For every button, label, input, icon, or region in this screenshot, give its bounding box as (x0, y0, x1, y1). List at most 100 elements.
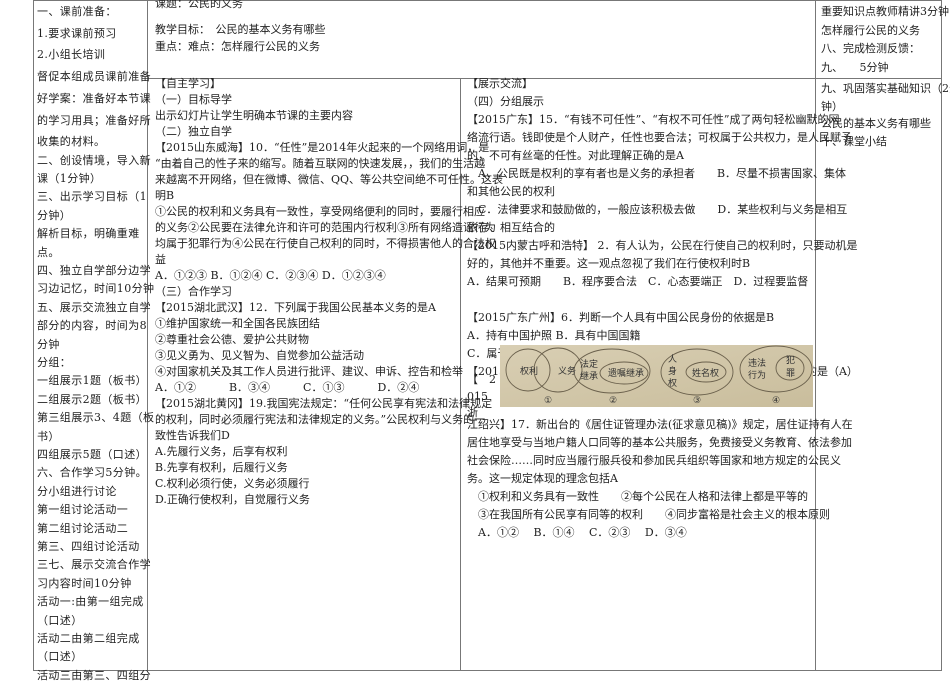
summary-line: 九、 5分钟 (821, 61, 889, 75)
self-study-line: 【2015山东威海】10．“任性”是2014年火起来的一个网络用词，是 (155, 141, 490, 154)
teaching-goal: 教学目标： 公民的基本义务有哪些 (155, 23, 326, 36)
self-study-line: 【2015湖北黄冈】19.我国宪法规定：“任何公民享有宪法和法律规定 (155, 397, 493, 410)
self-study-line: 的权利，同时必须履行宪法和法律规定的义务。”公民权利与义务的一 (155, 413, 486, 426)
procedure-line: 习内容时间10分钟 (37, 576, 132, 590)
procedure-line: （口述） (37, 613, 83, 627)
procedure-line: 五、展示交流独立自学 (37, 300, 151, 314)
exchange-line: ①权利和义务具有一致性 ②每个公民在人格和法律上都是平等的 (467, 490, 808, 503)
procedure-line: 四、独立自学部分边学 (37, 264, 151, 277)
exchange-line: A．结果可预期 B．程序要合法 C．心态要端正 D．过程要监督 (467, 275, 809, 288)
procedure-line: 六、合作学习5分钟。 (37, 466, 147, 480)
exchange-line: A．持有中国护照 B．具有中国国籍 (467, 329, 641, 342)
self-study-line: D.正确行使权利，自觉履行义务 (155, 493, 310, 506)
procedure-line: 分钟） (37, 208, 72, 222)
concept-diagram-image: 权利 义务 ① 法定 继承 遗嘱继承 ② 人 身 权 姓名权 ③ 违法 行为 犯… (500, 345, 813, 407)
procedure-line: （口述） (37, 650, 83, 664)
self-study-line: 来越离不开网络，但在微博、微信、QQ、等公共空间绝不可任性。这表 (155, 173, 504, 186)
exchange-line: 【2015广东】15．“有钱不可任性”、“有权不可任性”成了两句轻松幽默的网 (467, 113, 840, 126)
procedure-line: 点。 (37, 245, 60, 259)
procedure-line: 分钟 (37, 337, 60, 351)
self-study-line: ①维护国家统一和全国各民族团结 (155, 317, 320, 330)
exchange-line: ③在我国所有公民享有同等的权利 ④同步富裕是社会主义的根本原则 (467, 508, 830, 521)
procedure-line: 分小组进行讨论 (37, 484, 117, 498)
exchange-line: 江绍兴】17．新出台的《居住证管理办法(征求意见稿)》规定，居住证持有人在 (467, 418, 853, 431)
procedure-line: 三七、展示交流合作学 (37, 558, 151, 572)
self-study-line: 【自主学习】 (155, 77, 221, 90)
diagram-label: 姓名权 (692, 367, 719, 379)
self-study-line: （一）目标导学 (155, 93, 232, 106)
procedure-line: 书） (37, 429, 60, 443)
exchange-line: 015 (467, 389, 488, 403)
exchange-line: 【 2 (467, 373, 496, 386)
self-study-line: 益 (155, 253, 166, 266)
procedure-line: 1.要求课前预习 (37, 26, 117, 40)
self-study-line: ①公民的权利和义务具有一致性，享受网络便利的同时，要履行相应 (155, 205, 485, 218)
procedure-line: 解析目标，明确重难 (37, 227, 140, 241)
summary-line: 九、巩固落实基础知识（2分 (821, 82, 950, 95)
self-study-line: A．①② B．③④ C．①③ D．②④ (155, 381, 420, 394)
self-study-line: ③见义勇为、见义智为、自觉参加公益活动 (155, 349, 364, 362)
self-study-line: A．①②③ B．①②④ C．②③④ D．①②③④ (155, 269, 386, 282)
summary-line: 八、完成检测反馈： (821, 42, 920, 56)
procedure-line: 收集的材料。 (37, 135, 106, 149)
procedure-line: 活动二由第二组完成 (37, 632, 140, 645)
diagram-label: 罪 (786, 368, 795, 379)
procedure-line: 二组展示2题（板书） (37, 392, 147, 406)
diagram-label: 权 (668, 377, 677, 389)
self-study-line: C.权利必须行使，义务必须履行 (155, 477, 310, 490)
table-divider (815, 0, 816, 670)
exchange-line: C．法律要求和鼓励做的，一般应该积极去做 D．某些权利与义务是相互 (467, 203, 848, 216)
diagram-label: 犯 (786, 355, 795, 366)
exchange-line: 依存、相互结合的 (467, 221, 555, 234)
procedure-line: 三、出示学习目标（1 (37, 190, 147, 204)
procedure-line: 2.小组长培训 (37, 48, 106, 62)
self-study-line: （二）独立自学 (155, 125, 232, 138)
table-row-divider (147, 78, 942, 79)
self-study-line: （三）合作学习 (155, 285, 232, 298)
procedure-line: 第一组讨论活动一 (37, 503, 129, 517)
diagram-label: 法定 (580, 358, 598, 370)
diagram-label: 遗嘱继承 (608, 367, 644, 379)
key-points: 重点：难点：怎样履行公民的义务 (155, 40, 320, 53)
diagram-number: ① (544, 396, 552, 406)
procedure-line: 分组： (37, 356, 72, 369)
procedure-line: 第三、四组讨论活动 (37, 540, 140, 553)
exchange-line: A．①② B．①④ C．②③ D．③④ (467, 526, 687, 539)
diagram-label: 人 (668, 354, 677, 365)
diagram-number: ④ (772, 396, 780, 406)
procedure-line: 一组展示1题（板书） (37, 374, 147, 388)
summary-line: 公民的基本义务有哪些 (821, 117, 931, 131)
diagram-label: 行为 (748, 369, 766, 381)
self-study-line: 明B (155, 189, 175, 202)
procedure-line: 好学案：准备好本节课 (37, 91, 151, 105)
exchange-line: 务。这一规定体现的理念包括A (467, 472, 618, 485)
procedure-line: 活动一:由第一组完成 (37, 595, 144, 609)
procedure-line: 四组展示5题（口述） (37, 448, 147, 461)
summary-line: 怎样履行公民的义务 (821, 23, 920, 37)
procedure-line: 的学习用具；准备好所 (37, 113, 151, 127)
exchange-line: 【2015广东广州】6．判断一个人具有中国公民身份的依据是B (467, 311, 775, 324)
procedure-line: 第三组展示3、4题（板 (37, 411, 155, 425)
exchange-line: 【2015内蒙古呼和浩特】 2．有人认为，公民在行使自己的权利时，只要动机是 (467, 239, 858, 252)
diagram-label: 继承 (580, 370, 598, 382)
self-study-line: 均属于犯罪行为④公民在行使自己权利的同时，不得损害他人的合法权 (155, 237, 496, 250)
procedure-line: 一、课前准备： (37, 5, 117, 18)
self-study-line: 的义务②公民要在法律允许和许可的范围内行权利③所有网络造谣行为 (155, 221, 496, 234)
exchange-line: 的，不可有丝毫的任性。对此理解正确的是A (467, 149, 684, 162)
summary-line: 钟） (821, 99, 843, 113)
self-study-line: ④对国家机关及其工作人员进行批评、建议、申诉、控告和检举 (155, 365, 463, 378)
diagram-label: 身 (668, 365, 677, 377)
self-study-line: 致性告诉我们D (155, 429, 230, 442)
exchange-line: A．公民既是权利的享有者也是义务的承担者 B．尽量不损害国家、集体 (467, 167, 847, 180)
procedure-line: 习边记忆，时间10分钟 (37, 282, 155, 296)
self-study-line: “由着自己的性子来的缩写。随着互联网的快速发展，，我们的生活越 (155, 157, 486, 170)
exchange-line: 社会保险……同时应当履行服兵役和参加民兵组织等国家和地方规定的公民义 (467, 454, 841, 467)
lesson-title: 课题：公民的义务 (155, 0, 243, 10)
self-study-line: B.先享有权利，后履行义务 (155, 461, 288, 474)
exchange-line: 络流行语。钱即使是个人财产，任性也要合法；可权属于公共权力，是人民赋予 (467, 131, 852, 144)
summary-line: 十、课堂小结 (821, 135, 887, 149)
exchange-line: 【展示交流】 (467, 77, 533, 90)
summary-line: 重要知识点教师精讲3分钟 (821, 5, 949, 18)
procedure-line: 二、创设情境，导入新 (37, 153, 151, 167)
procedure-line: 督促本组成员课前准备 (37, 70, 151, 84)
